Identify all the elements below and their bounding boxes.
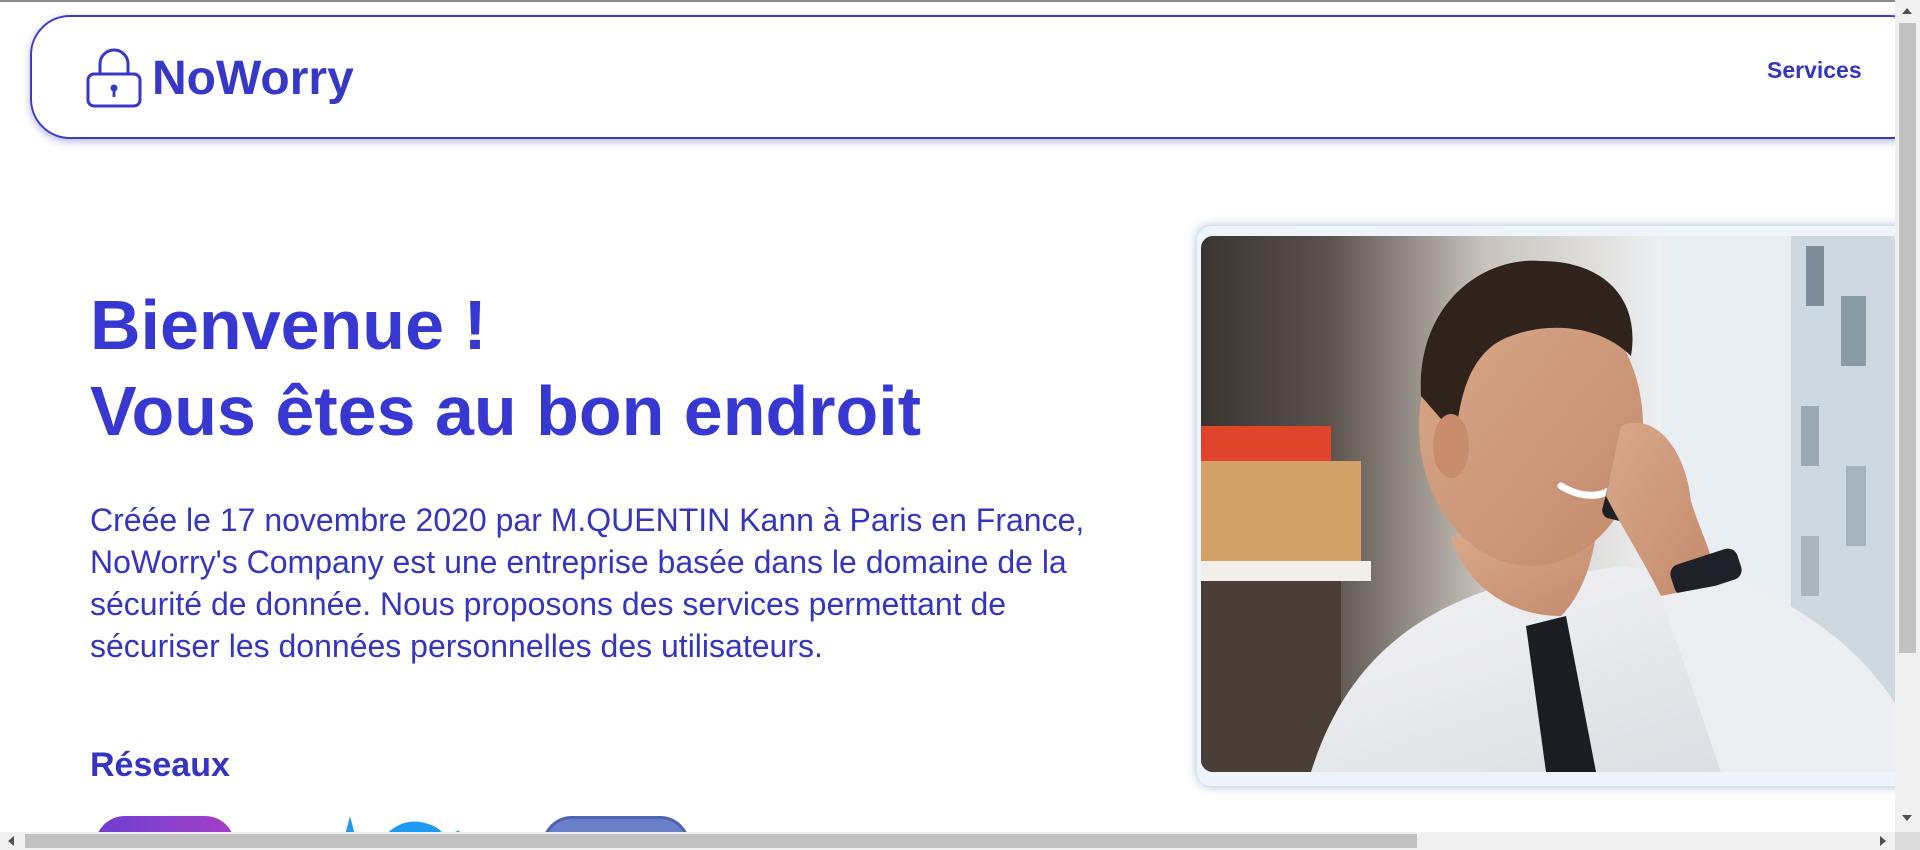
brand-name: NoWorry <box>152 51 354 105</box>
scroll-left-icon[interactable] <box>8 836 14 846</box>
man-on-phone-photo <box>1201 236 1895 772</box>
hero-title: Bienvenue ! Vous êtes au bon endroit <box>90 282 921 454</box>
social-heading: Réseaux <box>90 746 230 784</box>
instagram-icon[interactable] <box>95 816 235 832</box>
scroll-right-icon[interactable] <box>1880 836 1886 846</box>
nav-services-link[interactable]: Services <box>1767 57 1862 84</box>
scroll-up-icon[interactable] <box>1902 8 1912 14</box>
scrollbar-corner <box>1895 832 1920 850</box>
vertical-scrollbar[interactable] <box>1895 0 1920 832</box>
hero-photo-frame <box>1197 226 1895 786</box>
horizontal-scroll-thumb[interactable] <box>25 834 1417 848</box>
hero-title-line-1: Bienvenue ! <box>90 286 487 364</box>
vertical-scroll-thumb[interactable] <box>1899 23 1916 653</box>
company-description: Créée le 17 novembre 2020 par M.QUENTIN … <box>90 502 1085 664</box>
padlock-icon <box>86 48 142 108</box>
hero-title-line-2: Vous êtes au bon endroit <box>90 372 922 450</box>
twitter-icon[interactable] <box>300 816 460 832</box>
linkedin-icon[interactable] <box>542 816 690 832</box>
site-header: NoWorry Services <box>30 15 1895 139</box>
horizontal-scrollbar[interactable] <box>0 832 1920 850</box>
brand-logo[interactable]: NoWorry <box>84 47 354 109</box>
social-links <box>90 816 710 832</box>
page-viewport: NoWorry Services Bienvenue ! Vous êtes a… <box>0 2 1895 832</box>
scroll-down-icon[interactable] <box>1902 815 1912 821</box>
